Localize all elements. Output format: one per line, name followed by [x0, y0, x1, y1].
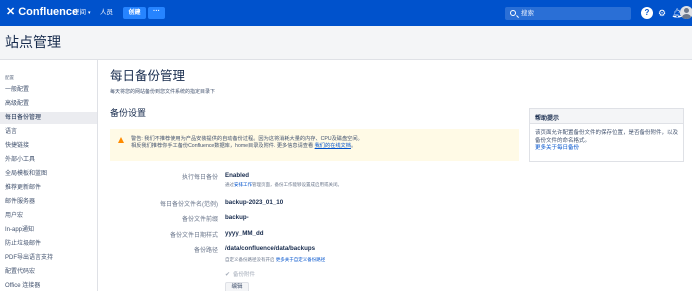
backup-filename-label: 每日备份文件名(范例) — [160, 202, 218, 208]
sidebar-item-office-connector[interactable]: Office 连接器 — [0, 280, 97, 291]
backup-prefix-value: backup- — [225, 214, 249, 221]
avatar[interactable] — [680, 6, 692, 19]
warning-line-1: 警告: 我们不推荐使用为产品安装提供的自动备份过程。因为这将消耗大量的内存、CP… — [131, 136, 363, 142]
path-hint-prefix: 自定义备份路径没有开启 — [225, 257, 276, 262]
sidebar-item-languages[interactable]: 语言 — [0, 126, 97, 138]
main-heading: 每日备份管理 — [110, 69, 186, 83]
product-name: Confluence — [18, 6, 79, 18]
checkmark-icon: ✔ — [225, 271, 231, 278]
online-docs-link[interactable]: 我们的在线文档 — [315, 143, 351, 149]
help-tips-body: 该页面允许配置备份文件的保存位置，是否备份附件，以及备份文件的命名格式。 更多关… — [535, 130, 680, 153]
sidebar-item-pdf-export-language[interactable]: PDF导出语言支持 — [0, 252, 97, 264]
sidebar-section-configuration: 配置 — [5, 75, 14, 80]
daily-backup-more-link[interactable]: 更多关于每日备份 — [535, 145, 579, 151]
sidebar-item-recommended-updates[interactable]: 推荐更新邮件 — [0, 182, 97, 194]
create-button[interactable]: 创建 — [123, 7, 146, 19]
sidebar-item-further-configuration[interactable]: 高级配置 — [0, 98, 97, 110]
search-icon — [510, 10, 516, 16]
backup-path-label: 备份路径 — [193, 248, 218, 254]
backup-hint-prefix: 通过 — [225, 182, 234, 187]
admin-header: 站点管理 — [0, 26, 692, 60]
sidebar-item-external-gadgets[interactable]: 外部小工具 — [0, 154, 97, 166]
backup-prefix-label: 备份文件前缀 — [181, 217, 218, 223]
search-placeholder: 搜索 — [521, 10, 534, 17]
page-description: 每天将您的网站备份到您文件系统的指定目录下 — [110, 89, 216, 95]
sidebar-item-shortcut-links[interactable]: 快捷链接 — [0, 140, 97, 152]
custom-backup-path-link[interactable]: 更多关于自定义备份路径 — [276, 257, 326, 262]
edit-button[interactable]: 编辑 — [225, 282, 249, 291]
sidebar-item-in-app-notifications[interactable]: In-app通知 — [0, 224, 97, 236]
backup-enabled-value: Enabled — [225, 172, 250, 179]
backup-hint-suffix: 管理页面，备份工作能够设置成启用或关闭。 — [252, 182, 342, 187]
spaces-label: 空间 — [73, 9, 86, 16]
backup-filename-value: backup-2023_01_10 — [225, 199, 284, 206]
sidebar-item-spam-prevention[interactable]: 防止垃圾邮件 — [0, 238, 97, 250]
sidebar-item-general-configuration[interactable]: 一般配置 — [0, 84, 97, 96]
backup-path-value: /data/confluence/data/backups — [225, 245, 316, 252]
gear-icon[interactable]: ⚙ — [656, 7, 668, 19]
scheduled-jobs-link[interactable]: 安排工作 — [234, 182, 252, 187]
warning-line-2-text: 相反我们推荐你手工备份Confluence数据库，home目录及附件. 更多信息… — [131, 143, 315, 149]
people-link[interactable]: 人员 — [100, 9, 113, 17]
sidebar-item-code-macro[interactable]: 配置代码宏 — [0, 266, 97, 278]
backup-date-format-value: yyyy_MM_dd — [225, 230, 264, 237]
backup-path-hint: 自定义备份路径没有开启 更多关于自定义备份路径 — [225, 257, 325, 263]
sidebar-item-mail-servers[interactable]: 邮件服务器 — [0, 196, 97, 208]
warning-message: 警告: 我们不推荐使用为产品安装提供的自动备份过程。因为这将消耗大量的内存、CP… — [110, 129, 519, 161]
top-navigation-bar: ✕ Confluence 空间▾ 人员 创建 ··· 搜索 ? ⚙ 🔔︎7 — [0, 0, 692, 26]
more-create-button[interactable]: ··· — [148, 7, 165, 19]
backup-schedule-hint: 通过安排工作管理页面，备份工作能够设置成启用或关闭。 — [225, 182, 342, 188]
backup-date-format-label: 备份文件日期样式 — [169, 233, 218, 239]
spaces-menu[interactable]: 空间 ▾ — [73, 9, 91, 17]
section-title: 备份设置 — [110, 108, 147, 118]
include-attachments-label: 备份附件 — [233, 272, 256, 278]
confluence-logo[interactable]: ✕ Confluence — [6, 7, 78, 18]
warning-line-2-suffix: 。 — [350, 143, 357, 149]
confluence-logo-icon: ✕ — [6, 6, 16, 18]
warning-icon — [118, 137, 124, 143]
search-input[interactable]: 搜索 — [505, 7, 631, 20]
include-attachments-checkbox[interactable]: ✔ 备份附件 — [225, 270, 256, 279]
admin-sidebar: 配置 一般配置 高级配置 每日备份管理 语言 快捷链接 外部小工具 全局模板和蓝… — [0, 60, 98, 291]
help-tips-title: 帮助提示 — [530, 109, 683, 124]
help-icon[interactable]: ? — [641, 7, 653, 19]
backup-enabled-label: 执行每日备份 — [181, 175, 218, 181]
warning-line-2: 相反我们推荐你手工备份Confluence数据库，home目录及附件. 更多信息… — [131, 143, 519, 150]
sidebar-item-daily-backup[interactable]: 每日备份管理 — [0, 112, 97, 124]
page-title: 站点管理 — [5, 34, 61, 50]
help-tips-text: 该页面允许配置备份文件的保存位置，是否备份附件，以及备份文件的命名格式。 — [535, 130, 679, 144]
chevron-down-icon: ▾ — [88, 10, 91, 16]
sidebar-item-global-templates[interactable]: 全局模板和蓝图 — [0, 168, 97, 180]
help-tips-panel: 帮助提示 该页面允许配置备份文件的保存位置，是否备份附件，以及备份文件的命名格式… — [529, 108, 684, 162]
sidebar-item-user-macros[interactable]: 用户宏 — [0, 210, 97, 222]
